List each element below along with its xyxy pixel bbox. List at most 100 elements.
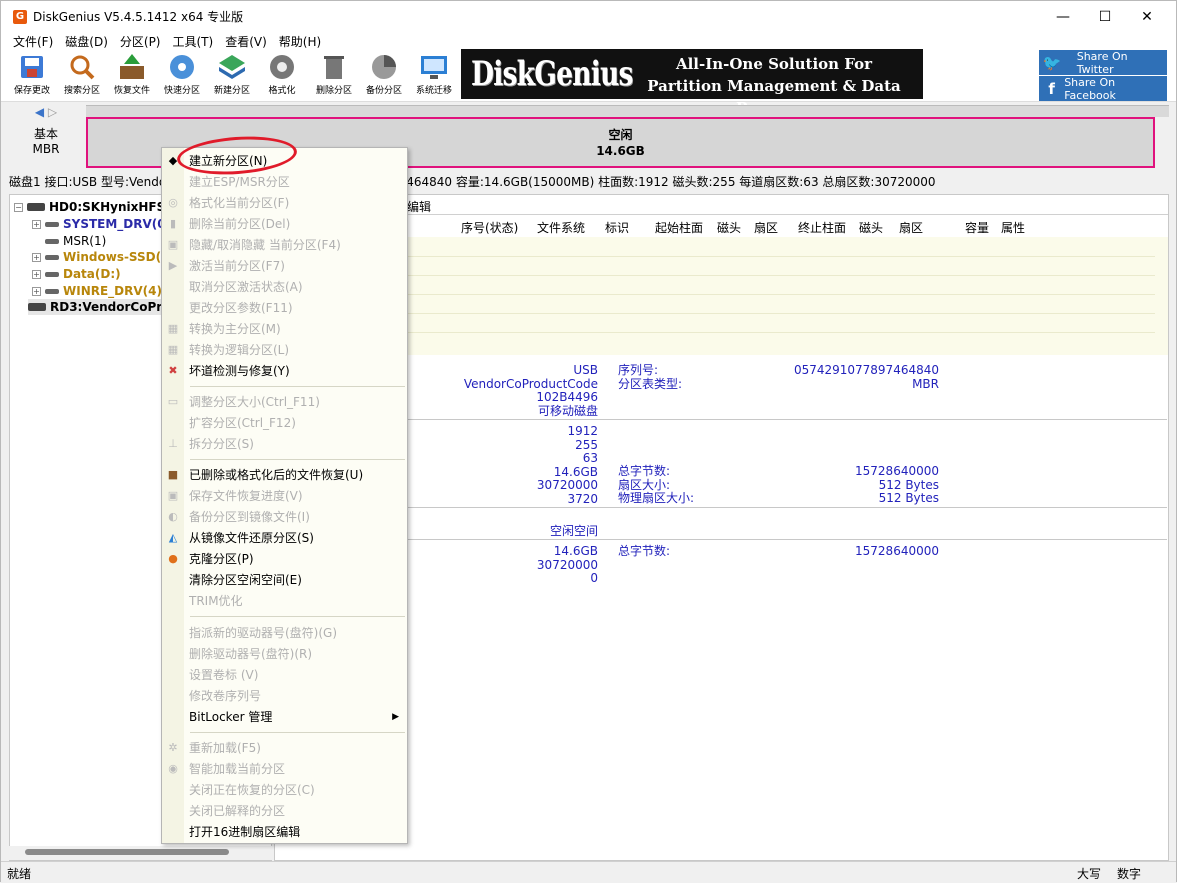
backup-partition-button[interactable]: 备份分区	[359, 53, 409, 99]
detail-bytes-per: 3720	[567, 491, 598, 506]
detail-free-capacity: 14.6GB	[553, 544, 598, 558]
new-partition-icon	[216, 53, 248, 81]
menu-item-split[interactable]: ⊥ 拆分分区(S)	[162, 433, 407, 454]
col-index[interactable]: 序号(状态)	[461, 219, 518, 236]
format-button[interactable]: 格式化	[257, 53, 307, 99]
col-filesystem[interactable]: 文件系统	[537, 219, 585, 236]
menu-item-remove-letter[interactable]: 删除驱动器号(盘符)(R)	[162, 643, 407, 664]
menu-item-deactivate[interactable]: 取消分区激活状态(A)	[162, 276, 407, 297]
menu-item-restore-image[interactable]: ◭ 从镜像文件还原分区(S)	[162, 527, 407, 548]
menu-item-resize[interactable]: ▭ 调整分区大小(Ctrl_F11)	[162, 391, 407, 412]
menu-tools[interactable]: 工具(T)	[167, 33, 220, 50]
minimize-button[interactable]: —	[1040, 1, 1086, 32]
system-migration-button[interactable]: 系统迁移	[409, 53, 459, 99]
menu-file[interactable]: 文件(F)	[7, 33, 59, 50]
col-end-sector[interactable]: 扇区	[899, 219, 923, 236]
col-end-head[interactable]: 磁头	[859, 219, 883, 236]
col-start-head[interactable]: 磁头	[717, 219, 741, 236]
detail-sector-size: 512 Bytes	[878, 477, 939, 492]
detail-cylinders: 1912	[567, 424, 598, 438]
partition-table-body	[275, 237, 1168, 355]
menu-item-close-recovering[interactable]: 关闭正在恢复的分区(C)	[162, 779, 407, 800]
hard-disk-icon	[27, 203, 45, 211]
new-partition-button[interactable]: 新建分区	[207, 53, 257, 99]
menu-item-trim[interactable]: TRIM优化	[162, 590, 407, 611]
menu-item-activate[interactable]: ▶ 激活当前分区(F7)	[162, 255, 407, 276]
menu-item-clone[interactable]: ● 克隆分区(P)	[162, 548, 407, 569]
menu-item-hex-editor[interactable]: 打开16进制扇区编辑	[162, 821, 407, 842]
menu-item-volume-serial[interactable]: 修改卷序列号	[162, 685, 407, 706]
collapse-icon[interactable]: −	[14, 202, 23, 212]
menu-partition[interactable]: 分区(P)	[114, 33, 167, 50]
menu-item-smart-load[interactable]: ◉ 智能加载当前分区	[162, 758, 407, 779]
search-partition-button[interactable]: 搜索分区	[57, 53, 107, 99]
menu-item-close-interpreted[interactable]: 关闭已解释的分区	[162, 800, 407, 821]
tree-item-winre[interactable]: + WINRE_DRV(4)	[32, 283, 162, 299]
tree-item-data[interactable]: + Data(D:)	[32, 266, 121, 282]
menu-item-hide[interactable]: ▣ 隐藏/取消隐藏 当前分区(F4)	[162, 234, 407, 255]
quick-partition-button[interactable]: 快速分区	[157, 53, 207, 99]
tab-row: 编辑	[275, 195, 1168, 215]
scrollbar-thumb[interactable]	[25, 849, 229, 855]
menu-item-file-recovery[interactable]: ■ 已删除或格式化后的文件恢复(U)	[162, 464, 407, 485]
col-end-cylinder[interactable]: 终止柱面	[798, 219, 846, 236]
menu-item-change-params[interactable]: 更改分区参数(F11)	[162, 297, 407, 318]
menu-item-extend[interactable]: 扩容分区(Ctrl_F12)	[162, 412, 407, 433]
delete-partition-button[interactable]: 删除分区	[309, 53, 359, 99]
prev-disk-icon[interactable]: ◀	[35, 105, 44, 119]
detail-free-sectors: 30720000	[536, 557, 598, 572]
menu-item-assign-letter[interactable]: 指派新的驱动器号(盘符)(G)	[162, 622, 407, 643]
menu-help[interactable]: 帮助(H)	[273, 33, 327, 50]
migrate-icon	[418, 53, 450, 81]
split-icon: ⊥	[168, 437, 178, 450]
detail-heads: 255	[575, 437, 598, 452]
next-disk-icon[interactable]: ▷	[48, 105, 57, 119]
tree-item-windows-ssd[interactable]: + Windows-SSD(C:)	[32, 249, 180, 265]
share-facebook-button[interactable]: f Share On Facebook	[1039, 76, 1167, 102]
expand-icon[interactable]: +	[32, 269, 41, 279]
reload-icon: ✲	[168, 741, 178, 754]
menu-item-bad-sector[interactable]: ✖ 坏道检测与修复(Y)	[162, 360, 407, 381]
tab-edit[interactable]: 编辑	[407, 198, 431, 215]
expand-icon[interactable]: +	[32, 252, 41, 262]
submenu-arrow-icon: ▶	[392, 711, 399, 722]
detail-sectors: 63	[582, 451, 598, 465]
tree-horizontal-scrollbar[interactable]	[9, 846, 272, 860]
num-indicator: 数字	[1117, 867, 1142, 881]
resize-icon: ▭	[167, 395, 179, 408]
expand-icon[interactable]: +	[32, 286, 41, 296]
partition-icon	[45, 271, 59, 277]
partition-table-label: MBR	[32, 142, 60, 156]
tree-item-msr[interactable]: MSR(1)	[45, 233, 106, 249]
maximize-button[interactable]: ☐	[1082, 1, 1128, 32]
menu-item-save-progress[interactable]: ▣ 保存文件恢复进度(V)	[162, 485, 407, 506]
detail-free-bytes: 15728640000	[855, 544, 939, 558]
menu-item-format[interactable]: ◎ 格式化当前分区(F)	[162, 192, 407, 213]
menu-item-reload[interactable]: ✲ 重新加载(F5)	[162, 737, 407, 758]
menu-item-to-logical[interactable]: ▦ 转换为逻辑分区(L)	[162, 339, 407, 360]
col-start-cylinder[interactable]: 起始柱面	[655, 219, 703, 236]
recover-icon: ■	[167, 468, 179, 481]
expand-icon[interactable]: +	[32, 219, 41, 229]
menu-item-esp-msr[interactable]: 建立ESP/MSR分区	[162, 171, 407, 192]
col-id[interactable]: 标识	[605, 219, 629, 236]
save-changes-button[interactable]: 保存更改	[7, 53, 57, 99]
facebook-icon: f	[1048, 79, 1055, 98]
close-button[interactable]: ✕	[1124, 1, 1170, 32]
recover-files-button[interactable]: 恢复文件	[107, 53, 157, 99]
col-start-sector[interactable]: 扇区	[754, 219, 778, 236]
col-capacity[interactable]: 容量	[965, 219, 989, 236]
detail-model-id: 102B4496	[536, 390, 598, 404]
menu-item-wipe-free[interactable]: 清除分区空闲空间(E)	[162, 569, 407, 590]
menu-item-backup-image[interactable]: ◐ 备份分区到镜像文件(I)	[162, 506, 407, 527]
menu-item-volume-label[interactable]: 设置卷标 (V)	[162, 664, 407, 685]
menu-item-to-primary[interactable]: ▦ 转换为主分区(M)	[162, 318, 407, 339]
menu-disk[interactable]: 磁盘(D)	[59, 33, 114, 50]
delete-icon	[318, 53, 350, 81]
tree-item-system-drv[interactable]: + SYSTEM_DRV(0)	[32, 216, 171, 232]
menu-view[interactable]: 查看(V)	[219, 33, 273, 50]
menu-item-delete[interactable]: ▮ 删除当前分区(Del)	[162, 213, 407, 234]
menu-item-bitlocker[interactable]: BitLocker 管理 ▶	[162, 706, 407, 727]
col-attribute[interactable]: 属性	[1001, 219, 1025, 236]
share-twitter-button[interactable]: 🐦 Share On Twitter	[1039, 50, 1167, 76]
